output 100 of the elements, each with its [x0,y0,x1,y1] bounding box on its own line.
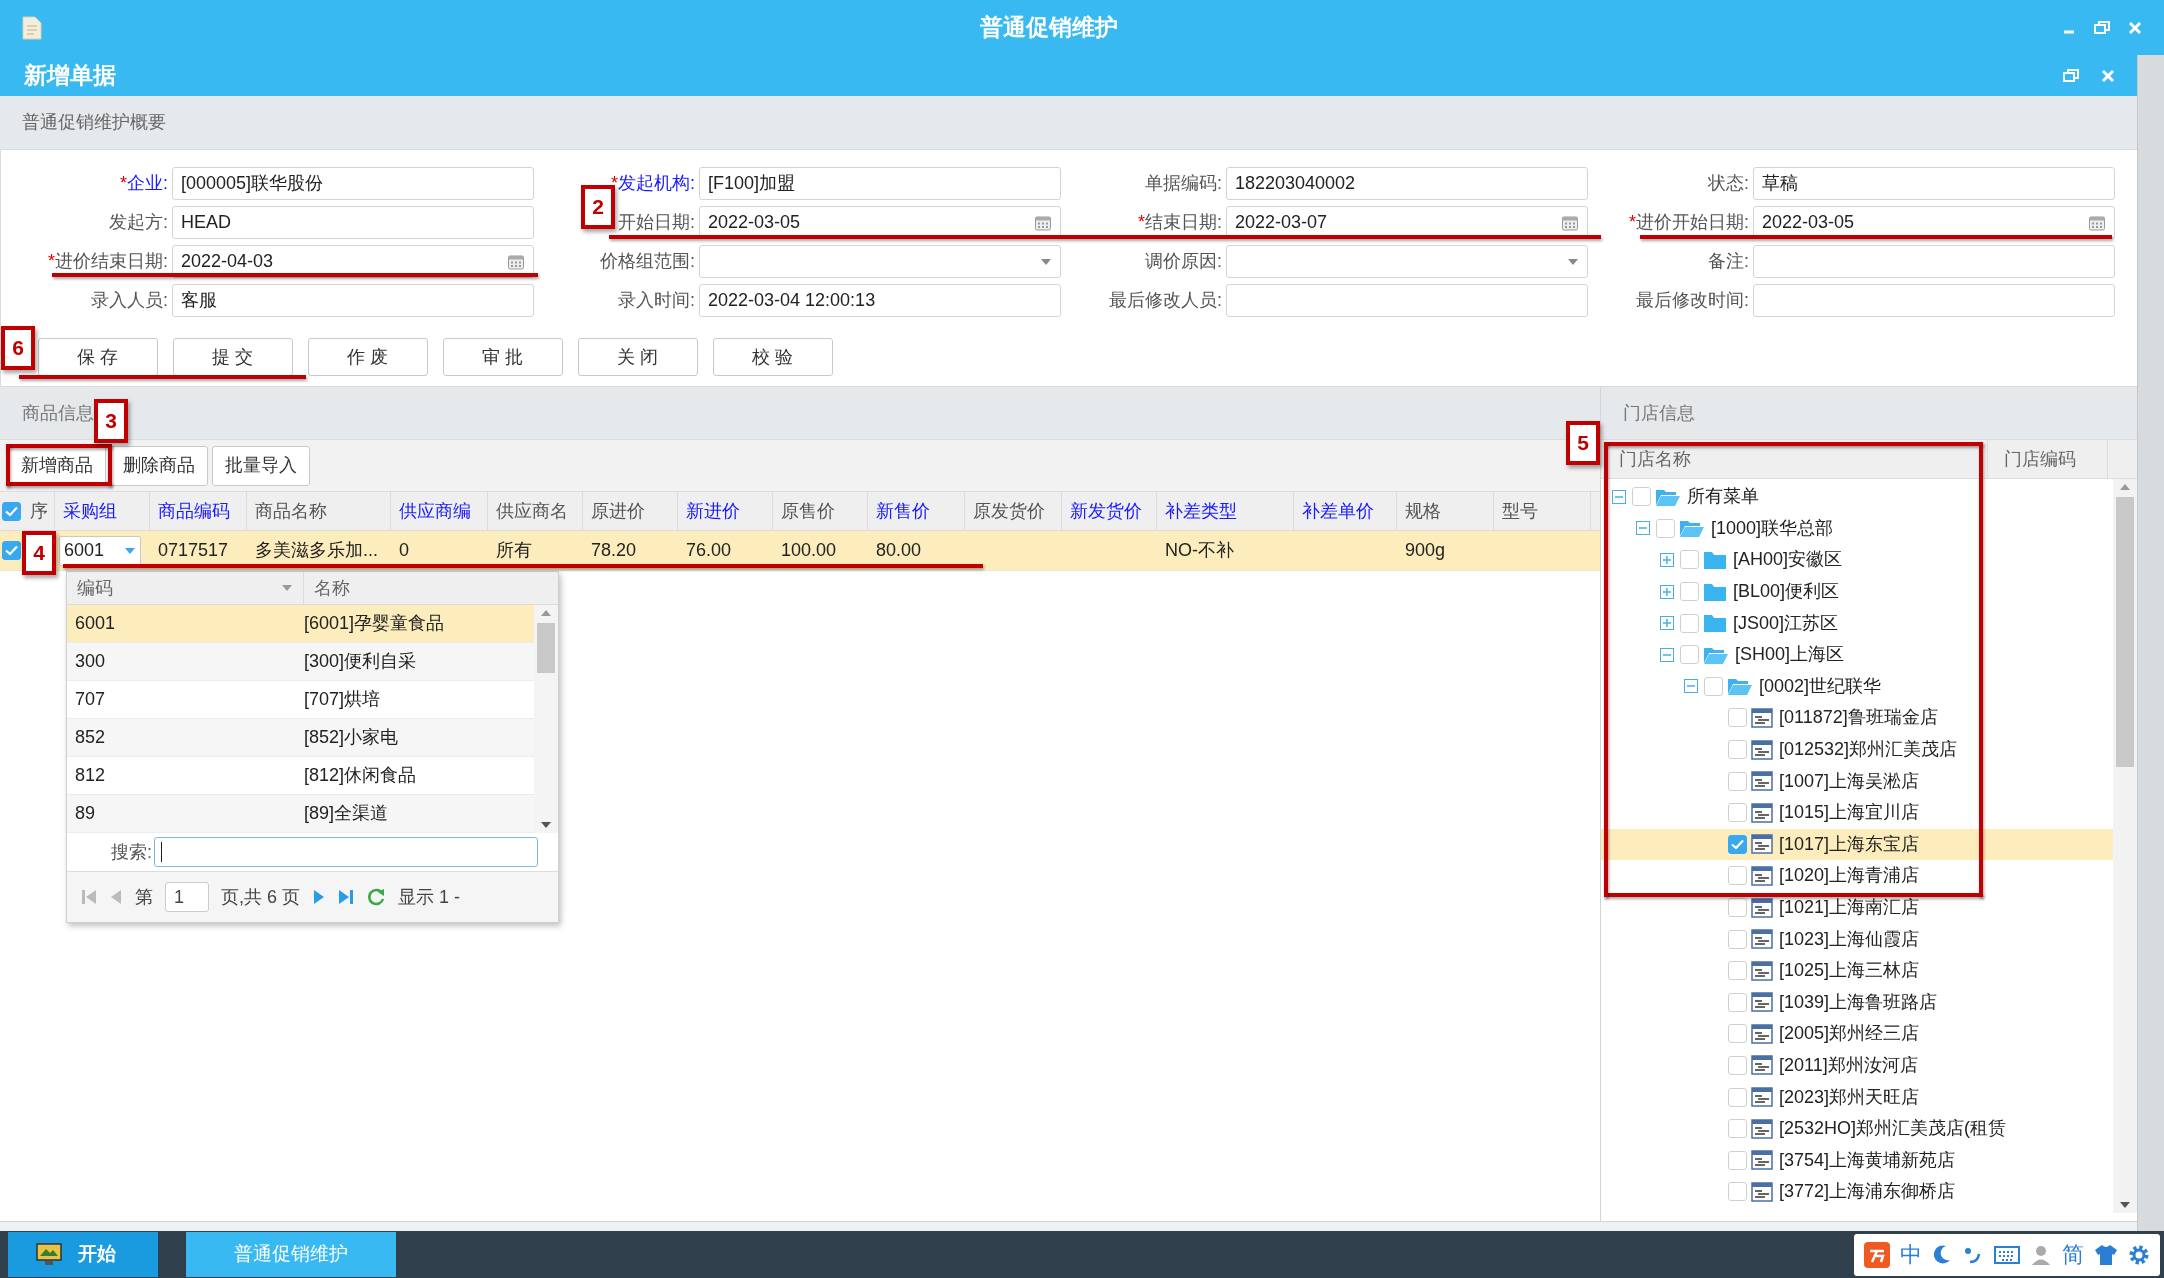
checkbox[interactable] [1728,1056,1747,1075]
tree-item[interactable]: [2023]郑州天旺店 [1601,1081,2113,1113]
checkbox[interactable] [1728,1119,1747,1139]
tree-item[interactable]: 所有菜单 [1601,481,2113,513]
tree-item[interactable]: [1023]上海仙霞店 [1601,923,2113,955]
collapse-icon[interactable] [1684,679,1698,694]
tree-item[interactable]: [SH00]上海区 [1601,638,2113,671]
tree-item[interactable]: [1017]上海东宝店 [1601,828,2113,861]
sort-caret-icon[interactable] [281,584,293,592]
tree-item[interactable]: [1000]联华总部 [1601,512,2113,545]
expand-icon[interactable] [1660,616,1674,631]
checkbox[interactable] [1680,582,1699,602]
column-header[interactable]: 门店编码 [1988,440,2108,478]
calendar-icon[interactable] [507,252,525,271]
expand-icon[interactable] [1660,584,1674,599]
previous-page-icon[interactable] [109,888,123,906]
action-button[interactable]: 关 闭 [578,338,698,376]
row-checkbox[interactable] [1,541,21,560]
tree-item[interactable]: [BL00]便利区 [1601,575,2113,608]
list-item[interactable]: 300 [300]便利自采 [67,643,534,681]
caret-icon[interactable] [1040,257,1052,266]
column-header[interactable]: 原进价 [583,492,678,530]
expand-icon[interactable] [1660,553,1674,567]
last-page-icon[interactable] [338,888,354,906]
select-field[interactable] [1226,245,1588,278]
keyboard-icon[interactable] [1994,1244,2020,1265]
checkbox[interactable] [1728,803,1747,823]
input-field[interactable]: 客服 [172,284,534,317]
collapse-icon[interactable] [1660,647,1674,662]
column-header[interactable]: 补差单价 [1294,492,1397,530]
checkbox[interactable] [1728,771,1747,791]
column-header[interactable]: 新售价 [868,492,965,530]
tree-item[interactable]: [012532]郑州汇美茂店 [1601,733,2113,766]
action-button[interactable]: 保 存 [38,338,158,376]
column-header[interactable]: 原发货价 [965,492,1062,530]
input-field[interactable]: [000005]联华股份 [172,167,534,200]
scroll-thumb[interactable] [537,623,555,673]
column-header[interactable]: 商品名称 [247,492,391,530]
select-all-checkbox[interactable] [1,501,21,521]
restore-icon[interactable] [2094,20,2110,35]
person-icon[interactable] [2030,1243,2052,1266]
column-header[interactable]: 编码 [67,572,304,604]
refresh-icon[interactable] [366,887,386,907]
scrollbar[interactable] [534,605,558,833]
combo-field[interactable]: 6001 [59,535,141,566]
close-icon[interactable] [2128,20,2142,35]
column-header[interactable]: 供应商名 [488,492,583,530]
checkbox[interactable] [1728,708,1747,728]
next-page-icon[interactable] [312,888,326,906]
tree-item[interactable]: [2011]郑州汝河店 [1601,1049,2113,1082]
checkbox[interactable] [1728,834,1747,854]
list-item[interactable]: 852 [852]小家电 [67,719,534,757]
input-field[interactable] [1226,284,1588,317]
input-field[interactable]: HEAD [172,206,534,239]
restore-icon[interactable] [2063,68,2079,83]
tree-item[interactable]: [2005]郑州经三店 [1601,1018,2113,1050]
tree-item[interactable]: [011872]鲁班瑞金店 [1601,702,2113,734]
list-item[interactable]: 6001 [6001]孕婴童食品 [67,605,534,643]
calendar-icon[interactable] [1561,213,1579,232]
column-header[interactable]: 规格 [1397,492,1494,530]
settings-icon[interactable] [2128,1243,2150,1266]
column-header[interactable]: 名称 [304,572,558,604]
tree-item[interactable]: [1015]上海宜川店 [1601,796,2113,829]
list-item[interactable]: 812 [812]休闲食品 [67,757,534,795]
checkbox[interactable] [1728,961,1747,981]
calendar-icon[interactable] [1034,213,1052,232]
tree-item[interactable]: [JS00]江苏区 [1601,607,2113,639]
search-field[interactable] [154,837,538,867]
first-page-icon[interactable] [81,888,97,906]
tree-item[interactable]: [3754]上海黄埔新苑店 [1601,1144,2113,1177]
column-header[interactable]: 新进价 [678,492,773,530]
tree-item[interactable]: [1020]上海青浦店 [1601,860,2113,892]
dropdown-caret-icon[interactable] [124,546,136,555]
checkbox[interactable] [1680,613,1699,633]
checkbox[interactable] [1728,929,1747,949]
input-field[interactable] [1753,284,2115,317]
tree-item[interactable]: [2532HO]郑州汇美茂店(租赁 [1601,1112,2113,1145]
input-field[interactable]: 草稿 [1753,167,2115,200]
app-logo-icon[interactable] [1864,1241,1890,1268]
collapse-icon[interactable] [1636,521,1650,536]
column-header[interactable]: 补差类型 [1157,492,1294,530]
input-field[interactable]: [F100]加盟 [699,167,1061,200]
checkbox[interactable] [1728,1024,1747,1044]
page-field[interactable]: 1 [165,882,209,912]
close-icon[interactable] [2101,68,2115,83]
tree-item[interactable]: [1007]上海吴淞店 [1601,765,2113,797]
checkbox[interactable] [1728,1182,1747,1202]
checkbox[interactable] [1728,898,1747,917]
tree-item[interactable]: [AH00]安徽区 [1601,544,2113,576]
checkbox[interactable] [1704,676,1723,696]
moon-icon[interactable] [1932,1243,1952,1266]
checkbox[interactable] [1656,518,1675,538]
caret-icon[interactable] [1567,257,1579,266]
input-mode-text[interactable]: 简 [2062,1238,2084,1271]
column-header[interactable]: 商品编码 [150,492,247,530]
toolbar-button[interactable]: 删除商品 [110,445,208,486]
toolbar-button[interactable]: 批量导入 [212,445,310,486]
input-field[interactable]: 2022-03-04 12:00:13 [699,284,1061,317]
action-button[interactable]: 校 验 [713,338,833,376]
collapse-icon[interactable] [1612,489,1626,504]
